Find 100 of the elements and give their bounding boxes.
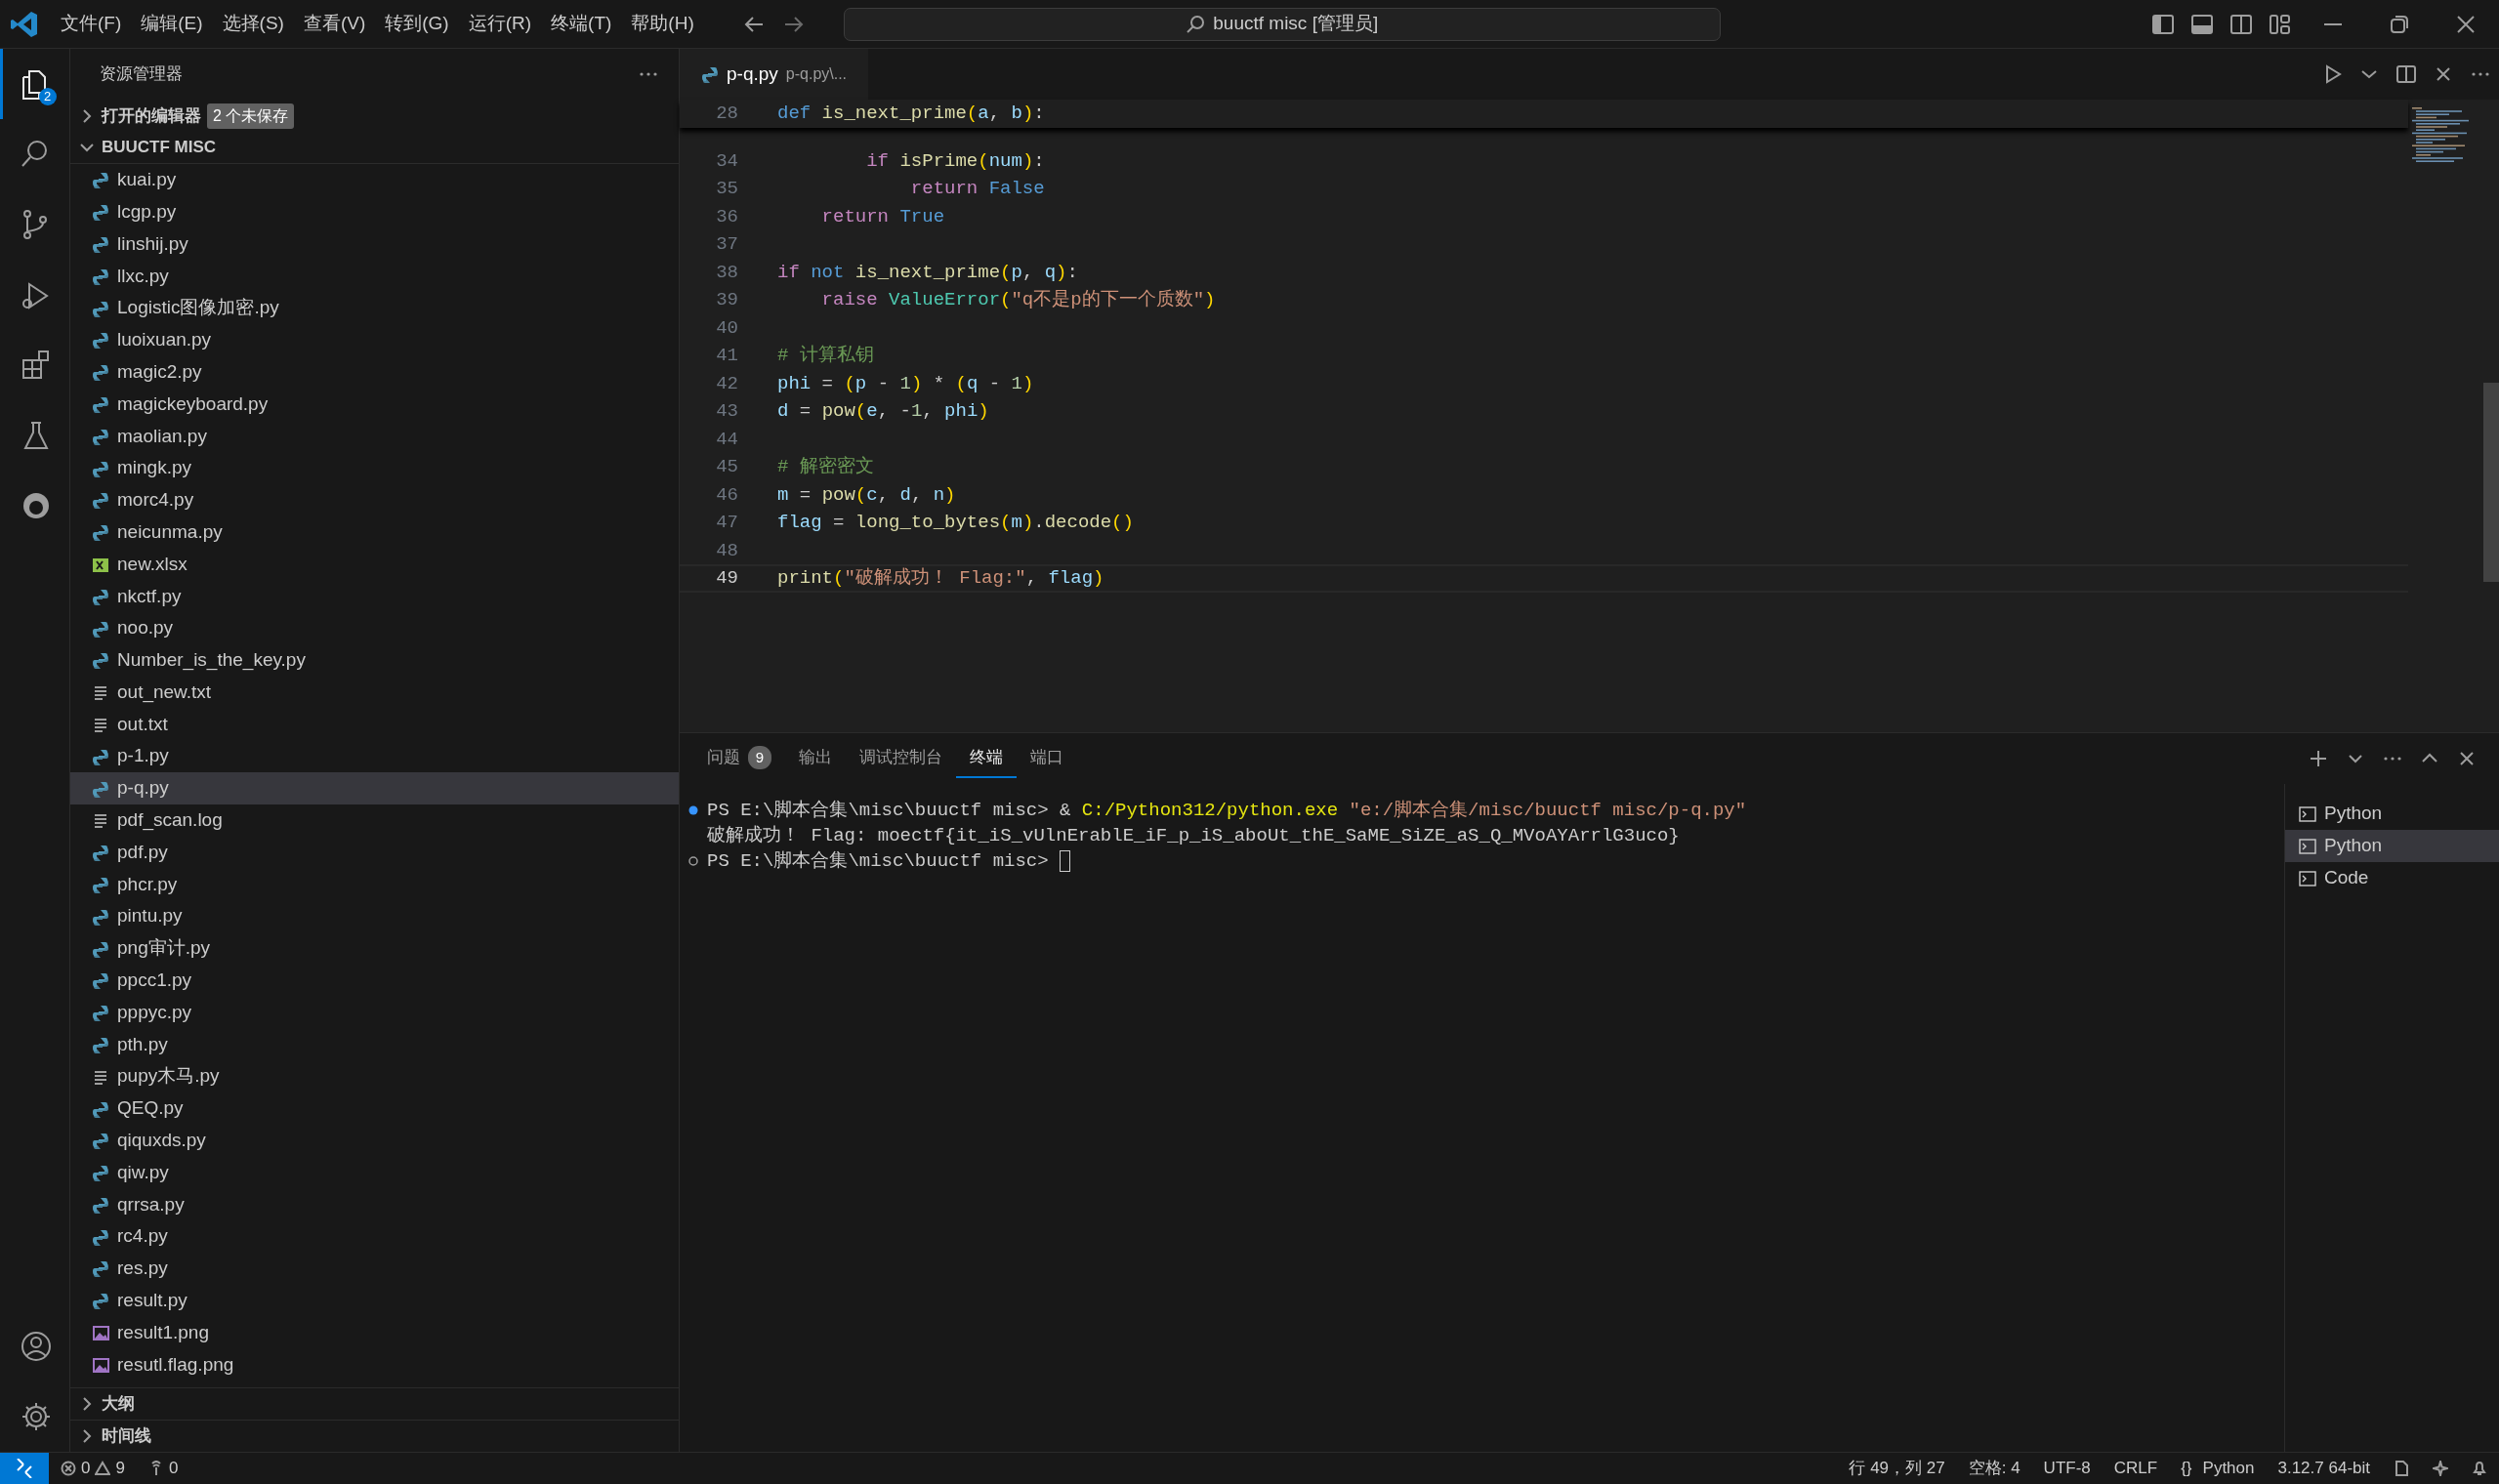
file-item[interactable]: magic2.py xyxy=(70,355,679,389)
folder-header[interactable]: BUUCTF MISC xyxy=(102,135,217,160)
file-item[interactable]: result.py xyxy=(70,1284,679,1317)
file-item[interactable]: morc4.py xyxy=(70,483,679,516)
file-item[interactable]: lcgp.py xyxy=(70,195,679,228)
file-item[interactable]: noo.py xyxy=(70,612,679,644)
code-line: phi = (p - 1) * (q - 1) xyxy=(777,371,1034,396)
settings-icon[interactable] xyxy=(20,1400,53,1433)
sparkle-icon[interactable] xyxy=(2433,1461,2448,1476)
terminal-item[interactable]: Python xyxy=(2285,798,2499,830)
file-icon[interactable] xyxy=(2394,1461,2409,1476)
file-item[interactable]: linshij.py xyxy=(70,227,679,261)
file-item[interactable]: magickeyboard.py xyxy=(70,388,679,421)
image-file-icon xyxy=(92,1324,109,1342)
sidebar-title: 资源管理器 xyxy=(100,63,183,86)
menu-item[interactable]: 文件(F) xyxy=(51,10,132,38)
command-search-field[interactable]: buuctf misc [管理员] xyxy=(843,7,1721,41)
file-item[interactable]: qrrsa.py xyxy=(70,1188,679,1221)
split-editor-icon[interactable] xyxy=(2395,63,2417,85)
panel-tab[interactable]: 输出 xyxy=(785,739,846,778)
file-item[interactable]: neicunma.py xyxy=(70,515,679,549)
status-item[interactable]: UTF-8 xyxy=(2031,1456,2103,1481)
python-file-icon xyxy=(92,907,109,926)
menu-item[interactable]: 选择(S) xyxy=(212,10,294,38)
status-item[interactable]: 空格: 4 xyxy=(1956,1456,2032,1481)
account-icon[interactable] xyxy=(20,1330,53,1363)
status-item[interactable]: 3.12.7 64-bit xyxy=(2266,1456,2382,1481)
file-item[interactable]: pdf.py xyxy=(70,836,679,869)
code-line: raise ValueError("q不是p的下一个质数") xyxy=(820,288,1216,312)
python-file-icon xyxy=(92,939,109,958)
line-number: 34 xyxy=(715,148,739,174)
terminal-item[interactable]: Python xyxy=(2285,830,2499,862)
plus-icon[interactable] xyxy=(2308,748,2329,769)
file-item[interactable]: llxc.py xyxy=(70,260,679,293)
toggle-primary-sidebar-icon[interactable] xyxy=(2151,12,2175,36)
file-item[interactable]: rc4.py xyxy=(70,1220,679,1254)
file-item[interactable]: res.py xyxy=(70,1253,679,1285)
python-file-icon xyxy=(92,1164,109,1182)
image-file-icon xyxy=(92,1355,109,1374)
menu-item[interactable]: 终端(T) xyxy=(541,10,622,38)
python-file-icon xyxy=(701,65,719,83)
status-item[interactable]: CRLF xyxy=(2102,1456,2170,1481)
file-item[interactable]: pppyc.py xyxy=(70,996,679,1029)
menu-item[interactable]: 运行(R) xyxy=(458,10,542,38)
file-item[interactable]: new.xlsx xyxy=(70,548,679,581)
status-item[interactable]: 行 49，列 27 xyxy=(1837,1456,1957,1481)
menu-item[interactable]: 转到(G) xyxy=(375,10,459,38)
section-header[interactable]: 时间线 xyxy=(102,1423,151,1449)
file-item[interactable]: phcr.py xyxy=(70,868,679,901)
line-number: 44 xyxy=(715,427,739,452)
file-item[interactable]: nkctf.py xyxy=(70,580,679,613)
file-item[interactable]: QEQ.py xyxy=(70,1092,679,1125)
panel-tab[interactable]: 终端 xyxy=(956,739,1017,778)
scrollbar-thumb[interactable] xyxy=(2483,383,2499,582)
file-item[interactable]: qiw.py xyxy=(70,1156,679,1189)
editor-tab[interactable]: p-q.py p-q.py\... xyxy=(680,49,869,100)
file-item[interactable]: maolian.py xyxy=(70,420,679,453)
python-file-icon xyxy=(92,299,109,317)
file-item[interactable]: qiquxds.py xyxy=(70,1124,679,1157)
line-number: 47 xyxy=(715,511,739,535)
file-item[interactable]: out_new.txt xyxy=(70,676,679,709)
line-number: 37 xyxy=(715,232,739,257)
panel-tab[interactable]: 问题 9 xyxy=(693,739,785,778)
file-item[interactable]: pdf_scan.log xyxy=(70,804,679,837)
panel-tab[interactable]: 端口 xyxy=(1017,739,1077,778)
file-item[interactable]: mingk.py xyxy=(70,452,679,484)
toggle-secondary-sidebar-icon[interactable] xyxy=(2229,12,2253,36)
text-file-icon xyxy=(92,683,109,702)
file-item[interactable]: pintu.py xyxy=(70,900,679,933)
menu-item[interactable]: 编辑(E) xyxy=(131,10,213,38)
status-item[interactable]: {} Python xyxy=(2169,1456,2267,1481)
file-item[interactable]: pupy木马.py xyxy=(70,1060,679,1093)
file-item[interactable]: p-1.py xyxy=(70,740,679,773)
remote-button[interactable] xyxy=(0,1453,49,1484)
code-line: flag = long_to_bytes(m).decode() xyxy=(777,511,1134,535)
file-item[interactable]: png审计.py xyxy=(70,932,679,965)
panel-tab[interactable]: 调试控制台 xyxy=(846,739,956,778)
section-header[interactable]: 打开的编辑器 xyxy=(102,103,201,129)
file-item[interactable]: kuai.py xyxy=(70,164,679,196)
terminal-item[interactable]: Code xyxy=(2285,862,2499,894)
file-item[interactable]: p-q.py xyxy=(70,772,679,804)
file-item[interactable]: pth.py xyxy=(70,1028,679,1061)
file-item[interactable]: Number_is_the_key.py xyxy=(70,643,679,677)
line-number: 38 xyxy=(715,260,739,285)
problems-status[interactable]: 0 9 xyxy=(49,1456,137,1481)
file-item[interactable]: Logistic图像加密.py xyxy=(70,292,679,324)
section-header[interactable]: 大纲 xyxy=(102,1391,135,1417)
file-item[interactable]: out.txt xyxy=(70,708,679,741)
file-item[interactable]: luoixuan.py xyxy=(70,324,679,356)
file-item[interactable]: resutl.flag.png xyxy=(70,1348,679,1381)
customize-layout-icon[interactable] xyxy=(2269,12,2292,36)
bell-icon[interactable] xyxy=(2472,1461,2487,1476)
menu-item[interactable]: 帮助(H) xyxy=(621,10,704,38)
ports-status[interactable]: 0 xyxy=(136,1456,190,1481)
menu-item[interactable]: 查看(V) xyxy=(293,10,376,38)
file-item[interactable]: ppcc1.py xyxy=(70,964,679,997)
empty-circle-icon xyxy=(687,855,699,867)
file-item[interactable]: result1.png xyxy=(70,1316,679,1349)
toggle-panel-icon[interactable] xyxy=(2190,12,2214,36)
python-file-icon xyxy=(92,971,109,990)
